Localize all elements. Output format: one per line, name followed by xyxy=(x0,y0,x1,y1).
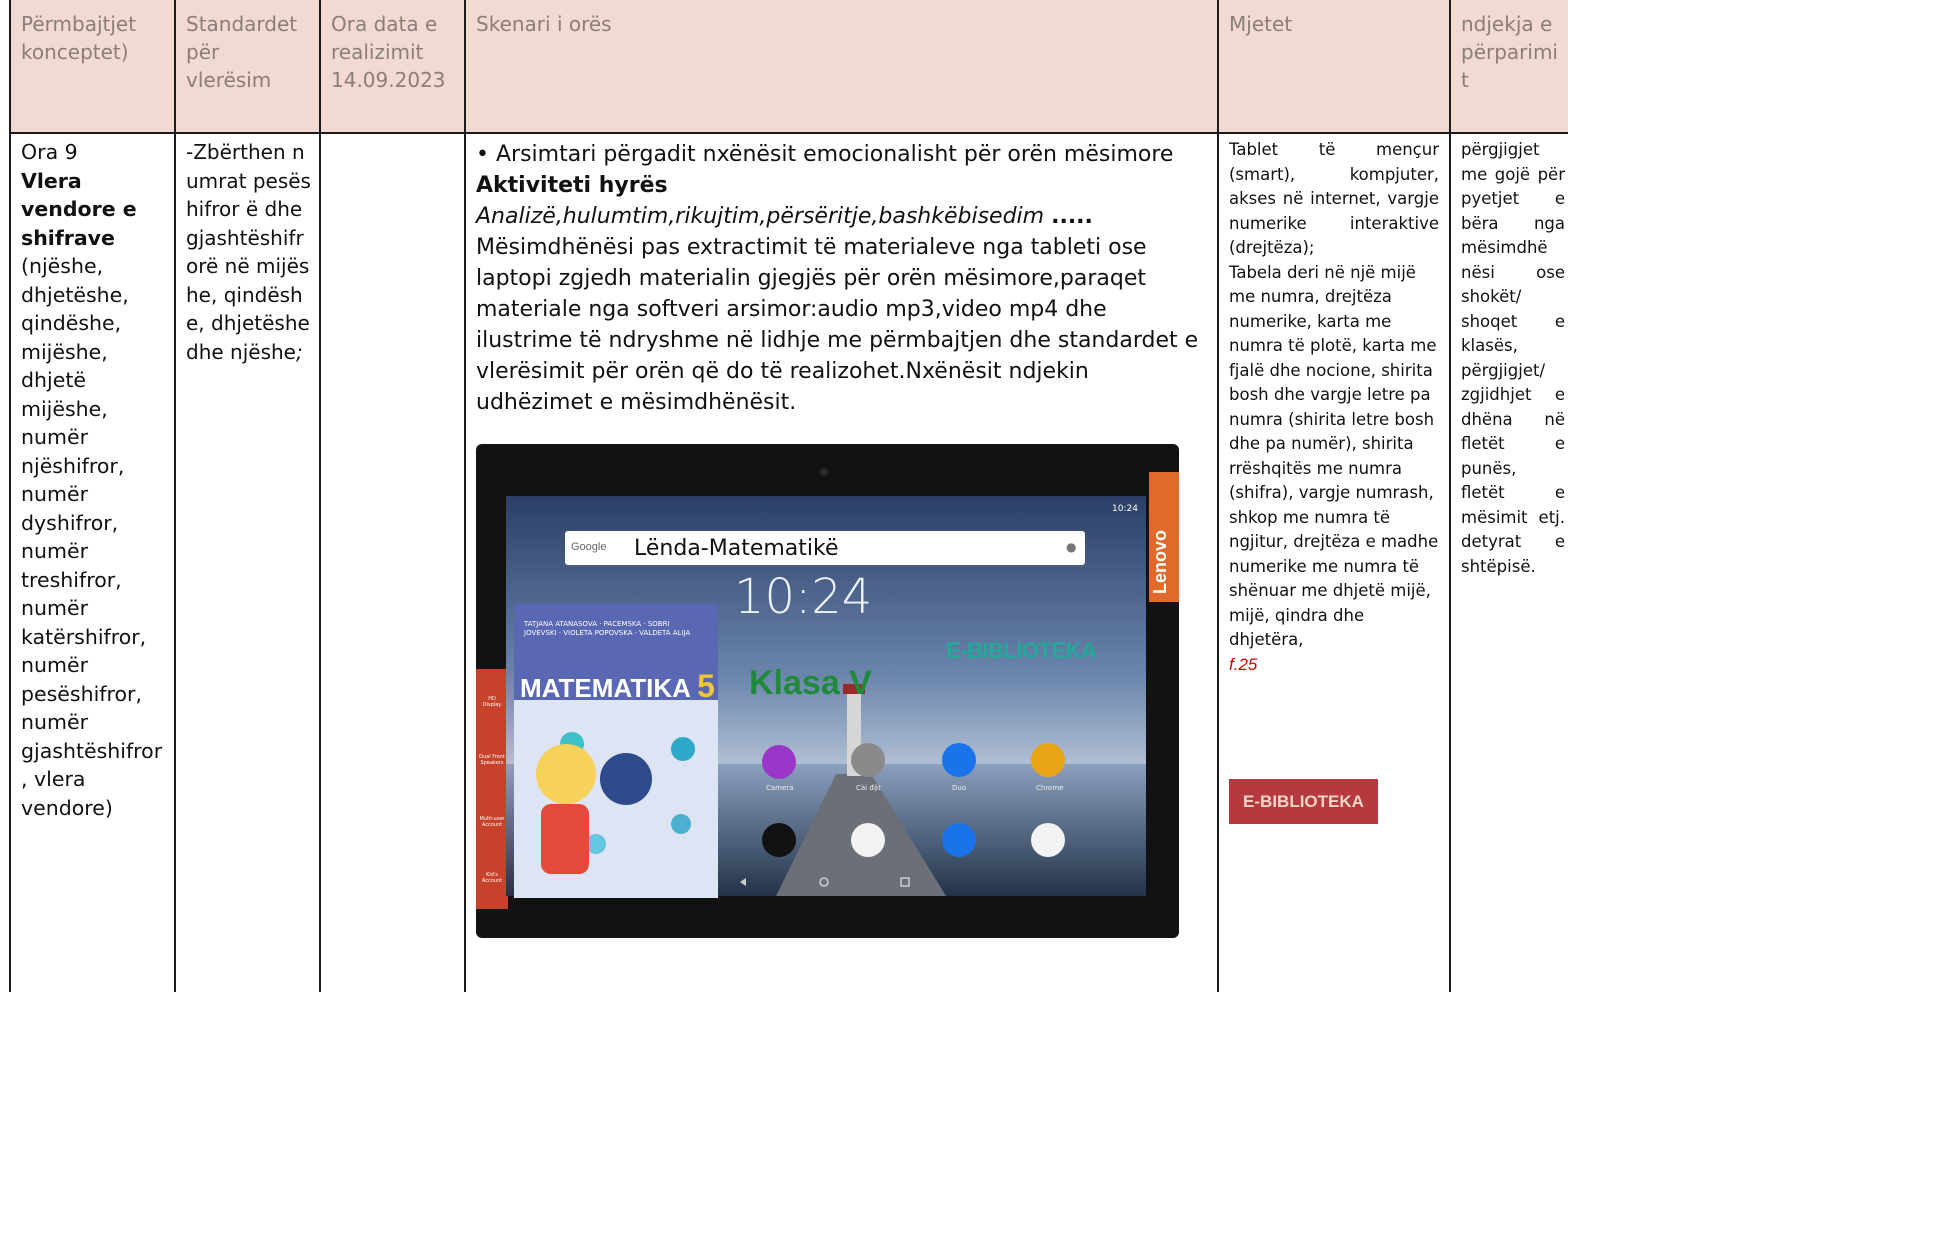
book-diagram-node xyxy=(671,737,695,761)
camera-app-icon xyxy=(762,745,796,779)
app-label-duo: Duo xyxy=(952,784,967,792)
content-cell: Ora 9 Vlera vendore e shifrave (njëshe, … xyxy=(21,138,169,822)
standards-text: -Zbërthen numrat pesëshifror ë dhe gjash… xyxy=(186,140,311,364)
ebib-badge: E-BIBLIOTEKA xyxy=(1229,779,1378,824)
activity-heading: Aktiviteti hyrës xyxy=(476,173,668,198)
messages-app-icon xyxy=(942,823,976,857)
methods-line: Analizë,hulumtim,rikujtim,përsëritje,bas… xyxy=(476,201,1208,232)
play-store-app-icon xyxy=(1031,823,1065,857)
header-tools: Mjetet xyxy=(1229,12,1293,36)
klasa-label: Klasa V xyxy=(749,664,872,702)
header-standards: Standardet për vlerësim xyxy=(186,12,298,92)
progress-cell: përgjigjet me gojë për pyetjet e bëra ng… xyxy=(1461,140,1565,576)
book-title: MATEMATIKA 5 xyxy=(520,668,715,705)
side-feature-hd: HD Display xyxy=(482,696,502,708)
grid-line xyxy=(464,0,466,992)
ebib-badge-text: E-BIBLIOTEKA xyxy=(1243,791,1364,811)
duo-app-icon xyxy=(942,743,976,777)
clock-display: 10:24 xyxy=(734,569,873,625)
header-content: Përmbajtjet konceptet) xyxy=(21,12,137,64)
book-diagram-node xyxy=(600,753,652,805)
scenario-paragraph: Mësimdhënësi pas extractimit të material… xyxy=(476,235,1199,415)
settings-app-icon xyxy=(851,743,885,777)
girl-body xyxy=(541,804,589,874)
book-number: 5 xyxy=(697,668,715,704)
book-title-text: MATEMATIKA xyxy=(520,673,690,703)
book-authors: TATJANA ATANASOVA · PACEMSKA · SOBRI JOV… xyxy=(524,620,691,637)
search-logo: Google xyxy=(571,541,607,553)
ebib-logo: E-BIBLIOTEKA xyxy=(946,638,1097,663)
tools-text-2: Tabela deri në një mijë me numra, drejtë… xyxy=(1229,262,1439,650)
grid-line xyxy=(9,0,11,992)
scenario-bullet: • Arsimtari përgadit nxënësit emocionali… xyxy=(476,142,1174,167)
book-diagram-node xyxy=(671,814,691,834)
grid-line xyxy=(10,132,1568,134)
tools-text-1: Tablet të mençur (smart), kompjuter, aks… xyxy=(1229,140,1439,257)
girl-head xyxy=(536,744,596,804)
header-date: Ora data e realizimit 14.09.2023 xyxy=(331,12,446,92)
side-feature-multiuser: Multi-user Account xyxy=(479,816,505,828)
search-query: Lënda-Matematikë xyxy=(634,536,839,561)
status-time: 10:24 xyxy=(1112,504,1138,514)
app-label-settings: Cài đặt xyxy=(856,784,881,792)
grid-line xyxy=(1217,0,1219,992)
mic-icon: ● xyxy=(1066,540,1077,554)
header-scenario: Skenari i orës xyxy=(476,12,612,36)
side-feature-kids: Kid's Account xyxy=(481,872,503,884)
methods-dots: ..... xyxy=(1051,204,1093,229)
lenovo-brand: Lenovo xyxy=(1150,529,1170,594)
photos-app-icon xyxy=(851,823,885,857)
lesson-concepts: (njëshe, dhjetëshe, qindëshe, mijëshe, d… xyxy=(21,254,163,820)
tools-cell: Tablet të mençur (smart), kompjuter, aks… xyxy=(1229,138,1439,677)
standards-tail: ; xyxy=(295,339,303,364)
grid-line xyxy=(319,0,321,992)
app-label-chrome: Chrome xyxy=(1036,784,1064,792)
standards-cell: -Zbërthen numrat pesëshifror ë dhe gjash… xyxy=(186,138,314,366)
tablet-illustration: 10:24 Google Lënda-Matematikë ● 10:24 E-… xyxy=(476,444,1179,938)
camera-dot xyxy=(820,468,828,476)
methods-text: Analizë,hulumtim,rikujtim,përsëritje,bas… xyxy=(476,204,1045,229)
lesson-title: Vlera vendore e shifrave xyxy=(21,168,137,250)
side-feature-speakers: Dual Front Speakers xyxy=(479,754,505,766)
scenario-cell: • Arsimtari përgadit nxënësit emocionali… xyxy=(476,139,1208,418)
chrome-app-icon xyxy=(1031,743,1065,777)
app-label-camera: Camera xyxy=(766,784,794,792)
grid-line xyxy=(1449,0,1451,992)
page-reference: f.25 xyxy=(1229,654,1258,674)
grid-line xyxy=(174,0,176,992)
header-progress: ndjekja e përparimi t xyxy=(1461,12,1558,92)
netflix-app-icon xyxy=(762,823,796,857)
lesson-number: Ora 9 xyxy=(21,140,78,164)
lesson-plan-table: Përmbajtjet konceptet) Standardet për vl… xyxy=(0,0,1568,992)
